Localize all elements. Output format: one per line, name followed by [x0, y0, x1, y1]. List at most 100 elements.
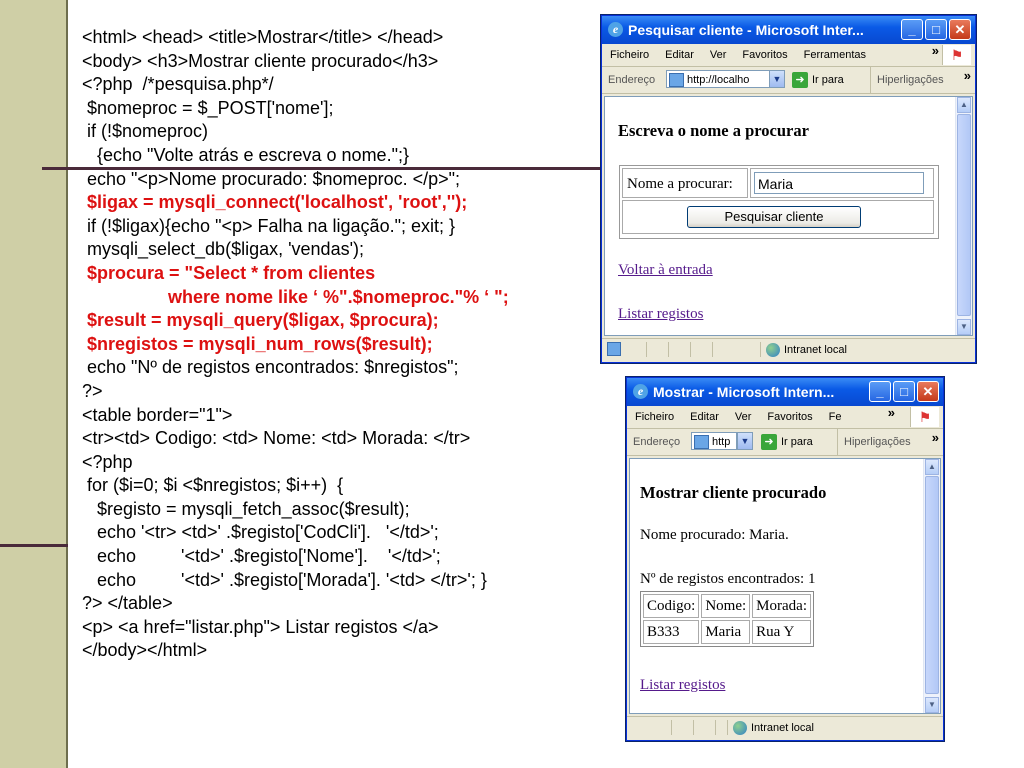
intranet-globe-icon	[733, 721, 747, 736]
chevron-more-icon[interactable]: »	[888, 402, 895, 424]
close-button[interactable]: ✕	[917, 381, 939, 402]
vertical-scrollbar[interactable]: ▲ ▼	[955, 97, 972, 335]
scroll-thumb[interactable]	[957, 114, 971, 316]
menu-item-ver[interactable]: Ver	[735, 406, 752, 428]
address-input[interactable]: http://localho	[666, 70, 770, 88]
minimize-button[interactable]: _	[869, 381, 891, 402]
results-table: Codigo: Nome: Morada: B333 Maria Rua Y	[640, 591, 814, 647]
windows-flag-icon: ⚑	[942, 45, 971, 65]
title-bar: e Pesquisar cliente - Microsoft Inter...…	[602, 16, 975, 44]
go-arrow-icon: ➜	[792, 72, 808, 89]
scroll-up-button[interactable]: ▲	[925, 459, 939, 475]
code-line: where nome like ‘ %".$nomeproc."% ‘ ";	[168, 286, 509, 307]
go-button[interactable]: ➜ Ir para	[761, 432, 813, 452]
menu-item-ficheiro[interactable]: Ficheiro	[635, 406, 674, 428]
address-label: Endereço	[633, 436, 681, 448]
minimize-button[interactable]: _	[901, 19, 923, 40]
menu-item-favoritos[interactable]: Favoritos	[742, 44, 787, 66]
status-zone: Intranet local	[766, 339, 847, 361]
php-code-listing: <html> <head> <title>Mostrar</title> </h…	[82, 26, 509, 663]
search-form-table: Nome a procurar: Maria Pesquisar cliente	[619, 165, 939, 239]
address-value: http	[712, 436, 731, 448]
field-cell: Maria	[750, 168, 934, 198]
header-codigo: Codigo:	[643, 594, 700, 618]
code-line: <table border="1">	[82, 404, 233, 425]
go-button[interactable]: ➜ Ir para	[792, 70, 844, 90]
status-page-icon	[607, 342, 621, 356]
link-list-records[interactable]: Listar registos	[640, 677, 725, 694]
address-label: Endereço	[608, 74, 656, 86]
ie-window-mostrar: e Mostrar - Microsoft Intern... _ □ ✕ Fi…	[626, 377, 944, 741]
status-divider	[712, 342, 713, 357]
menu-item-ferramentas[interactable]: Ferramentas	[804, 44, 866, 66]
code-line: ?> </table>	[82, 593, 173, 614]
links-label[interactable]: Hiperligações	[837, 429, 911, 455]
intranet-globe-icon	[766, 343, 780, 358]
cell-nome: Maria	[701, 620, 751, 644]
link-back-to-start[interactable]: Voltar à entrada	[618, 262, 713, 279]
links-chevron-icon[interactable]: »	[932, 425, 939, 451]
code-line: echo '<tr> <td>' .$registo['CodCli']. '<…	[82, 522, 439, 543]
code-line: <?php	[82, 451, 133, 472]
code-line: <tr><td> Codigo: <td> Nome: <td> Morada:…	[82, 428, 471, 449]
scroll-up-button[interactable]: ▲	[957, 97, 971, 113]
vertical-scrollbar[interactable]: ▲ ▼	[923, 459, 940, 713]
windows-flag-icon: ⚑	[910, 407, 939, 427]
code-line: $nregistos = mysqli_num_rows($result);	[82, 333, 433, 354]
link-list-records[interactable]: Listar registos	[618, 306, 703, 323]
scroll-thumb[interactable]	[925, 476, 939, 694]
code-line: echo '<td>' .$registo['Nome']. '</td>';	[82, 546, 441, 567]
maximize-button[interactable]: □	[893, 381, 915, 402]
menu-item-editar[interactable]: Editar	[690, 406, 719, 428]
code-line: mysqli_select_db($ligax, 'vendas');	[82, 239, 365, 260]
status-zone-label: Intranet local	[751, 722, 814, 734]
records-count-text: Nº de registos encontrados: 1	[640, 571, 816, 587]
page-icon	[669, 73, 684, 87]
status-divider	[693, 720, 694, 735]
status-divider	[715, 720, 716, 735]
cell-codigo: B333	[643, 620, 700, 644]
code-line: $nomeproc = $_POST['nome'];	[82, 97, 334, 118]
address-dropdown-button[interactable]: ▼	[737, 432, 753, 450]
status-zone-label: Intranet local	[784, 344, 847, 356]
title-bar: e Mostrar - Microsoft Intern... _ □ ✕	[627, 378, 943, 406]
scroll-down-button[interactable]: ▼	[925, 697, 939, 713]
page-heading: Mostrar cliente procurado	[640, 483, 827, 502]
links-chevron-icon[interactable]: »	[964, 63, 971, 89]
menu-item-editar[interactable]: Editar	[665, 44, 694, 66]
scroll-down-button[interactable]: ▼	[957, 319, 971, 335]
code-line: $result = mysqli_query($ligax, $procura)…	[82, 310, 439, 331]
code-line: {echo "Volte atrás e escreva o nome.";}	[82, 144, 409, 165]
search-button[interactable]: Pesquisar cliente	[687, 206, 861, 228]
close-button[interactable]: ✕	[949, 19, 971, 40]
menu-bar: Ficheiro Editar Ver Favoritos Fe » ⚑	[627, 405, 943, 429]
menu-item-ver[interactable]: Ver	[710, 44, 727, 66]
code-line: for ($i=0; $i <$nregistos; $i++) {	[82, 475, 344, 496]
links-label[interactable]: Hiperligações	[870, 67, 944, 93]
menu-item-fe[interactable]: Fe	[829, 406, 842, 428]
header-nome: Nome:	[701, 594, 751, 618]
status-divider	[690, 342, 691, 357]
address-bar: Endereço http ▼ ➜ Ir para Hiperligações »	[627, 429, 943, 456]
page-heading: Escreva o nome a procurar	[618, 121, 809, 140]
status-zone: Intranet local	[733, 717, 814, 739]
go-label: Ir para	[781, 436, 813, 448]
menu-item-ficheiro[interactable]: Ficheiro	[610, 44, 649, 66]
cell-morada: Rua Y	[752, 620, 811, 644]
menu-item-favoritos[interactable]: Favoritos	[767, 406, 812, 428]
name-input[interactable]: Maria	[754, 172, 924, 194]
window-title: Mostrar - Microsoft Intern...	[653, 384, 835, 400]
code-line: $registo = mysqli_fetch_assoc($result);	[82, 498, 410, 519]
ie-window-pesquisar: e Pesquisar cliente - Microsoft Inter...…	[601, 15, 976, 363]
code-line: echo "<p>Nome procurado: $nomeproc. </p>…	[82, 168, 461, 189]
address-input[interactable]: http	[691, 432, 737, 450]
code-line: echo '<td>' .$registo['Morada']. '<td> <…	[82, 569, 487, 590]
ie-logo-icon: e	[608, 22, 623, 37]
page-content: Escreva o nome a procurar Nome a procura…	[604, 96, 973, 336]
chevron-more-icon[interactable]: »	[932, 40, 939, 62]
address-dropdown-button[interactable]: ▼	[769, 70, 785, 88]
code-line: $procura = "Select * from clientes	[82, 262, 376, 283]
address-bar: Endereço http://localho ▼ ➜ Ir para Hiper…	[602, 67, 975, 94]
maximize-button[interactable]: □	[925, 19, 947, 40]
code-line: ?>	[82, 380, 103, 401]
